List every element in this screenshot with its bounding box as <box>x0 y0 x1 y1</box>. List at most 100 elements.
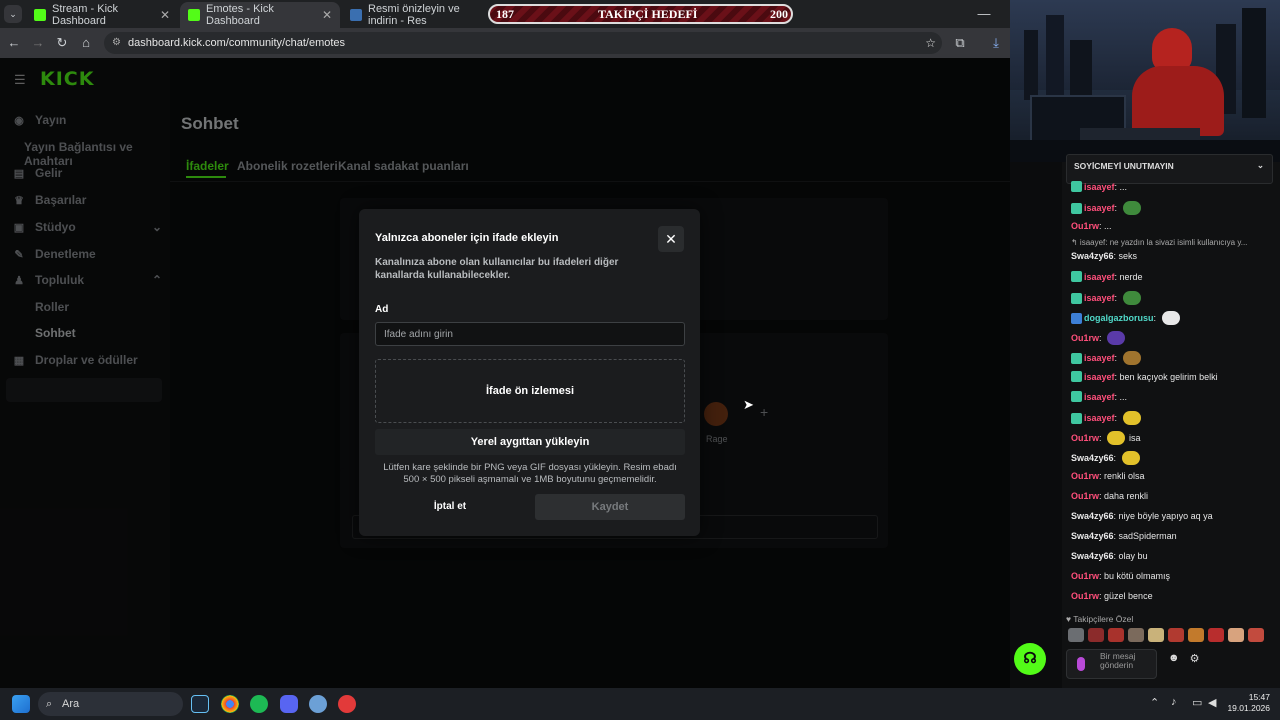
chat-username[interactable]: Swa4zy66 <box>1071 511 1114 521</box>
chat-username[interactable]: Swa4zy66 <box>1071 251 1114 261</box>
add-emote-modal: Yalnızca aboneler için ifade ekleyin ✕ K… <box>359 209 700 536</box>
chat-username[interactable]: isaayef <box>1084 182 1115 192</box>
chat-username[interactable]: Ou1rw <box>1071 571 1099 581</box>
chat-username[interactable]: Swa4zy66 <box>1071 531 1114 541</box>
chat-username[interactable]: dogalgazborusu <box>1084 313 1154 323</box>
windows-start-icon[interactable] <box>12 695 30 713</box>
forward-icon[interactable]: → <box>30 35 46 51</box>
chat-username[interactable]: Ou1rw <box>1071 433 1099 443</box>
chat-username[interactable]: Ou1rw <box>1071 491 1099 501</box>
kick-favicon-icon <box>188 9 200 21</box>
emote-picker-icon[interactable]: ☻ <box>1168 652 1180 672</box>
tab-label: Stream - Kick Dashboard <box>52 3 119 27</box>
microphone-icon[interactable] <box>1077 657 1085 671</box>
emote-name-input[interactable] <box>375 322 685 346</box>
close-modal-button[interactable]: ✕ <box>658 226 684 252</box>
chat-username[interactable]: isaayef <box>1084 272 1115 282</box>
bookmark-star-icon[interactable]: ☆ <box>925 32 936 54</box>
emote-icon[interactable] <box>1108 628 1124 642</box>
emote-icon[interactable] <box>1068 628 1084 642</box>
tab-search-icon[interactable]: ⌄ <box>4 5 22 23</box>
volume-icon[interactable]: ◀ <box>1208 696 1216 709</box>
pinned-message[interactable]: SOYİCMEYİ UNUTMAYIN ⌄ <box>1066 154 1273 184</box>
emote-icon[interactable] <box>1168 628 1184 642</box>
chat-username[interactable]: Swa4zy66 <box>1071 453 1114 463</box>
extensions-icon[interactable]: ⧉ <box>952 35 968 51</box>
emote-preview-area: İfade ön izlemesi <box>375 359 685 423</box>
taskbar-search[interactable]: ⌕ Ara <box>38 692 183 716</box>
chrome-icon[interactable] <box>221 695 239 713</box>
save-button[interactable]: Kaydet <box>535 494 685 520</box>
emote-icon[interactable] <box>1128 628 1144 642</box>
chat-message: isaayef: <box>1071 411 1141 425</box>
reply-preview[interactable]: ↰ isaayef: ne yazdın la sivazi isimli ku… <box>1071 238 1247 247</box>
download-icon[interactable]: ⤓ <box>988 35 1004 51</box>
chat-message-text: renkli olsa <box>1104 471 1145 481</box>
emote-icon[interactable] <box>1228 628 1244 642</box>
chat-message: Ou1rw: bu kötü olmamış <box>1071 571 1170 581</box>
tab-label: Resmi önizleyin ve indirin - Res <box>368 3 460 27</box>
chat-username[interactable]: Ou1rw <box>1071 333 1099 343</box>
follower-goal-target: 200 <box>770 7 788 21</box>
subscriber-badge-icon <box>1071 412 1082 424</box>
chat-username[interactable]: isaayef <box>1084 203 1115 213</box>
home-icon[interactable]: ⌂ <box>78 35 94 51</box>
emote-icon[interactable] <box>1188 628 1204 642</box>
clock[interactable]: 15:47 19.01.2026 <box>1226 692 1270 714</box>
minimize-icon[interactable]: — <box>976 6 992 22</box>
chevron-down-icon[interactable]: ⌄ <box>1257 160 1264 171</box>
chat-message: Ou1rw: isa <box>1071 431 1141 445</box>
network-icon[interactable]: ▭ <box>1192 696 1202 709</box>
address-bar[interactable]: ⚙ dashboard.kick.com/community/chat/emot… <box>104 32 942 54</box>
chat-username[interactable]: isaayef <box>1084 372 1115 382</box>
back-icon[interactable]: ← <box>6 35 22 51</box>
chat-username[interactable]: Swa4zy66 <box>1071 551 1114 561</box>
emote-icon[interactable] <box>1208 628 1224 642</box>
subscriber-badge-icon <box>1071 292 1082 304</box>
tray-chevron-up-icon[interactable]: ⌃ <box>1150 696 1159 709</box>
chat-username[interactable]: Ou1rw <box>1071 471 1099 481</box>
support-chat-icon[interactable]: ☊ <box>1014 643 1046 675</box>
tab-image-preview[interactable]: Resmi önizleyin ve indirin - Res <box>342 2 492 28</box>
chat-message: Swa4zy66: niye böyle yapıyo aq ya <box>1071 511 1213 521</box>
modal-description: Kanalınıza abone olan kullanıcılar bu if… <box>375 257 619 281</box>
steam-icon[interactable] <box>191 695 209 713</box>
tab-stream-dashboard[interactable]: Stream - Kick Dashboard ✕ <box>26 2 178 28</box>
building <box>1242 8 1266 118</box>
emote-icon[interactable] <box>1248 628 1264 642</box>
close-tab-icon[interactable]: ✕ <box>322 8 332 22</box>
search-label: Ara <box>62 698 80 710</box>
chat-message: isaayef: ... <box>1071 181 1127 192</box>
subscriber-badge-icon <box>1071 391 1082 402</box>
chat-username[interactable]: Ou1rw <box>1071 221 1099 231</box>
subscriber-badge-icon <box>1071 312 1082 324</box>
close-tab-icon[interactable]: ✕ <box>160 8 170 22</box>
upload-from-device-button[interactable]: Yerel aygıttan yükleyin <box>375 429 685 455</box>
chat-username[interactable]: isaayef <box>1084 392 1115 402</box>
emote-icon[interactable] <box>1148 628 1164 642</box>
chat-message-input[interactable]: Bir mesaj gönderin <box>1066 649 1157 679</box>
chat-username[interactable]: Ou1rw <box>1071 591 1099 601</box>
chat-message-text: bu kötü olmamış <box>1104 571 1171 581</box>
emote-icon[interactable] <box>1088 628 1104 642</box>
tab-emotes-dashboard[interactable]: Emotes - Kick Dashboard ✕ <box>180 2 340 28</box>
app-icon[interactable] <box>309 695 327 713</box>
chat-message: isaayef: <box>1071 351 1141 365</box>
follower-emotes-label: ♥ Takipçilere Özel <box>1066 614 1134 624</box>
chat-username[interactable]: isaayef <box>1084 413 1115 423</box>
masked-figure-body <box>1132 66 1224 136</box>
chat-username[interactable]: isaayef <box>1084 353 1115 363</box>
chat-username[interactable]: isaayef <box>1084 293 1115 303</box>
site-info-icon[interactable]: ⚙ <box>112 32 121 54</box>
chat-settings-icon[interactable]: ⚙ <box>1190 652 1200 672</box>
cancel-button[interactable]: İptal et <box>375 494 525 520</box>
chat-input-placeholder: Bir mesaj gönderin <box>1100 651 1136 670</box>
reload-icon[interactable]: ↻ <box>54 35 70 51</box>
microphone-tray-icon[interactable]: ♪ <box>1171 696 1177 708</box>
discord-icon[interactable] <box>280 695 298 713</box>
subscriber-badge-icon <box>1071 271 1082 282</box>
browser-toolbar: ← → ↻ ⌂ ⚙ dashboard.kick.com/community/c… <box>0 28 1010 58</box>
app-icon[interactable] <box>338 695 356 713</box>
spotify-icon[interactable] <box>250 695 268 713</box>
chat-message: dogalgazborusu: <box>1071 311 1180 325</box>
